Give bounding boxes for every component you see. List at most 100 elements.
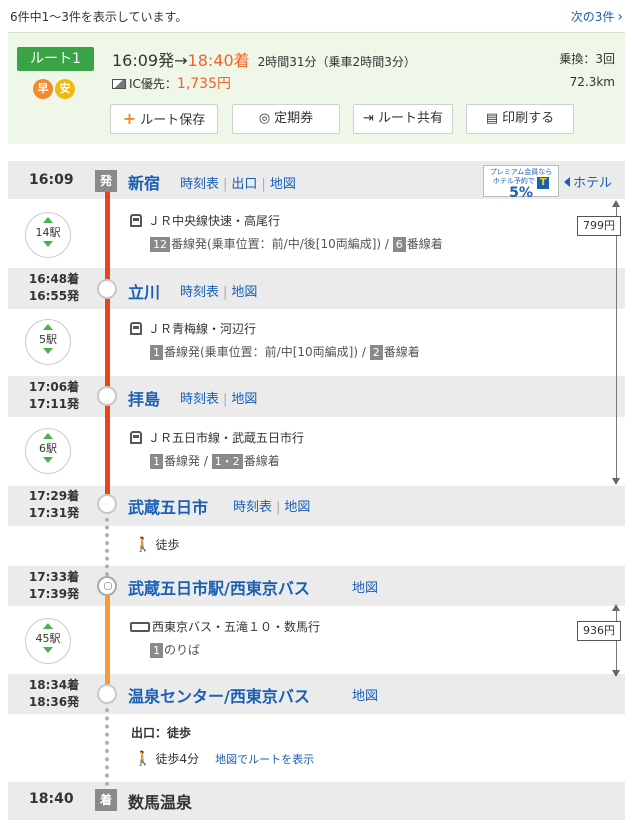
departure-marker: 発 [95,170,117,192]
arrival-time: 16:48着 [28,272,80,286]
exit-link[interactable]: 出口 [231,177,257,192]
stop-count: 14駅 [35,226,61,239]
next-results-label[interactable]: 次の3件 [571,10,615,24]
arrival-time: 17:29着 [28,489,80,503]
fare-line: IC優先：1,735円 [112,73,231,93]
link-separator: | [223,392,228,407]
hotel-link-label[interactable]: ホテル [573,176,612,191]
line-name-text: ＪＲ中央線快速・高尾行 [148,214,281,228]
timetable-link[interactable]: 時刻表 [180,177,219,192]
train-icon [130,214,142,227]
print-label: 印刷する [502,111,555,126]
station-name-tachikawa[interactable]: 立川 [128,279,160,303]
station-node [97,386,117,406]
departure-time-shinjuku: 16:09 [29,172,74,188]
platform-number: 1 [150,454,163,469]
route-badge: ルート1 [17,47,94,71]
walk-segment: 🚶 徒歩4分 地図でルートを表示 [134,750,314,767]
station-name-onsen-center[interactable]: 温泉センター/西東京バス [128,683,310,707]
station-name-itsukaichi-bus[interactable]: 武蔵五日市駅/西東京バス [128,575,310,599]
ic-card-icon [112,79,126,89]
map-link[interactable]: 地図 [352,581,378,596]
hotel-link[interactable]: ホテル [564,172,612,191]
route-time: 16:09発→18:40着 2時間31分（乗車2時間3分） [112,47,416,71]
platform-text: 番線発(乗車位置：前/中[10両編成]) [164,345,359,359]
platform-separator: / [358,345,370,359]
platform-text: 番線発 [164,454,201,468]
stop-count: 6駅 [39,442,57,455]
t-point-icon: T [537,177,550,189]
map-link[interactable]: 地図 [352,689,378,704]
arrow-down-icon [43,457,53,463]
walk-line [105,700,109,794]
fare-arrow-down-icon [612,670,620,677]
hotel-banner-percent: 5% [509,185,533,201]
map-link[interactable]: 地図 [231,392,257,407]
link-separator: | [223,177,228,192]
print-button[interactable]: ▤ 印刷する [466,104,574,134]
station-name-shinjuku[interactable]: 新宿 [128,170,160,194]
timetable-link[interactable]: 時刻表 [180,392,219,407]
share-route-button[interactable]: ⇥ ルート共有 [353,104,453,134]
station-times: 17:33着 17:39発 [26,569,82,603]
bus-fare: 936円 [577,621,621,641]
platform-text: 番線発(乗車位置：前/中/後[10両編成]) [171,237,382,251]
arrow-down-icon [43,348,53,354]
arrival-time: 17:33着 [28,570,80,584]
hotel-banner-text: ホテル予約で [492,177,535,185]
arrival-time-kazuma: 18:40 [29,791,74,807]
platform-number: 2 [369,345,383,360]
platform-info: 1 番線発 / 1・2 番線着 [150,452,280,469]
hotel-banner-line2: ホテル予約で T 5% [484,177,558,200]
stop-count-badge: 45駅 [25,618,71,664]
arrow-up-icon [43,324,53,330]
station-name-kazuma-onsen: 数馬温泉 [128,793,193,812]
departure-time: 16:09発 [112,51,175,70]
time-arrow: → [174,51,188,70]
show-route-on-map-link[interactable]: 地図でルートを表示 [215,753,314,766]
platform-number: 12 [150,237,170,252]
stop-count-badge: 6駅 [25,428,71,474]
station-name-haijima[interactable]: 拝島 [128,386,160,410]
stop-count-badge: 14駅 [25,212,71,258]
walk-label: 徒歩 [155,538,180,552]
departure-time: 18:36発 [28,695,80,709]
platform-text: 番線着 [406,237,443,251]
line-name: ＪＲ中央線快速・高尾行 [130,212,280,229]
stop-count-badge: 5駅 [25,319,71,365]
hotel-promo-banner[interactable]: プレミアム会員なら ホテル予約で T 5% [483,165,559,200]
stop-count: 5駅 [39,333,57,346]
cheap-badge-icon: 安 [55,79,75,99]
link-separator: | [261,177,266,192]
save-route-button[interactable]: + ルート保存 [110,104,218,134]
save-route-label: ルート保存 [140,113,206,128]
train-icon [130,322,142,335]
bus-icon [130,622,150,632]
timetable-link[interactable]: 時刻表 [180,285,219,300]
map-link[interactable]: 地図 [231,285,257,300]
arrow-up-icon [43,217,53,223]
departure-time: 17:31発 [28,506,80,520]
commuter-pass-button[interactable]: ◎ 定期券 [232,104,340,134]
station-times: 16:48着 16:55発 [26,271,82,305]
station-links: 時刻表 | 地図 [180,388,257,407]
arrival-marker: 着 [95,789,117,811]
timetable-link[interactable]: 時刻表 [233,500,272,515]
arrival-time: 18:40着 [187,51,250,70]
bus-line [105,590,110,690]
next-results-link[interactable]: 次の3件 › [571,8,623,25]
line-name-text: 西東京バス・五滝１０・数馬行 [152,620,321,634]
arrow-down-icon [43,647,53,653]
results-count: 6件中1〜3件を表示しています。 [10,10,188,24]
map-link[interactable]: 地図 [270,177,296,192]
bus-stop-node [97,576,117,596]
departure-time: 16:55発 [28,289,80,303]
station-name-musashi-itsukaichi[interactable]: 武蔵五日市 [128,494,208,518]
station-node [97,684,117,704]
station-links: 地図 [352,577,378,596]
line-name-text: ＪＲ青梅線・河辺行 [148,322,257,336]
map-link[interactable]: 地図 [284,500,310,515]
caret-left-icon [564,177,570,187]
fare-range-line [616,205,617,479]
ic-label: IC優先： [129,77,177,91]
